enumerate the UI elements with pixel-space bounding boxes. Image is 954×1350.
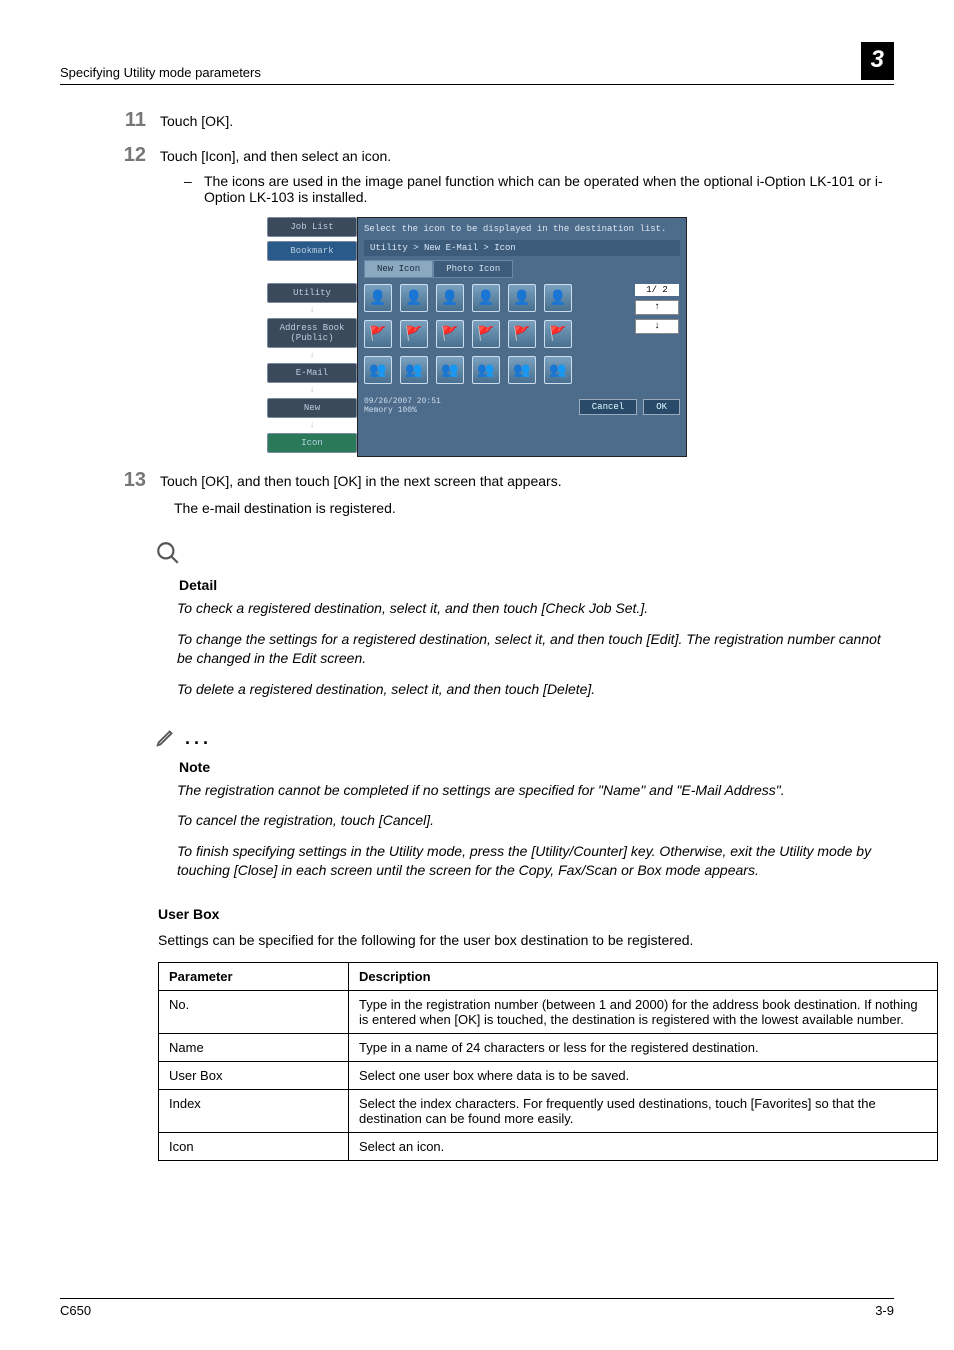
- email-button[interactable]: E-Mail: [267, 363, 357, 383]
- step-result: The e-mail destination is registered.: [174, 500, 894, 516]
- chapter-number-badge: 3: [861, 42, 894, 80]
- mfp-screenshot: Job List Bookmark Utility ↓ Address Book…: [267, 217, 687, 457]
- icon-option[interactable]: 👤: [400, 284, 428, 312]
- note-para: To finish specifying settings in the Uti…: [177, 842, 894, 880]
- desc-cell: Type in a name of 24 characters or less …: [349, 1034, 938, 1062]
- desc-cell: Type in the registration number (between…: [349, 991, 938, 1034]
- chevron-down-icon: ↓: [267, 350, 357, 361]
- page-down-button[interactable]: ↓: [635, 319, 679, 334]
- step-number: 12: [60, 144, 160, 167]
- icon-option[interactable]: 👥: [544, 356, 572, 384]
- userbox-table: Parameter Description No. Type in the re…: [158, 962, 938, 1161]
- tab-photo-icon[interactable]: Photo Icon: [433, 260, 513, 278]
- step-subtext: The icons are used in the image panel fu…: [204, 173, 894, 205]
- step-number: 13: [60, 469, 160, 492]
- page-up-button[interactable]: ↑: [635, 300, 679, 315]
- table-row: Index Select the index characters. For f…: [159, 1090, 938, 1133]
- step-text: Touch [Icon], and then select an icon.: [160, 144, 894, 167]
- note-dots: ...: [185, 728, 212, 749]
- table-row: Icon Select an icon.: [159, 1133, 938, 1161]
- step-text: Touch [OK].: [160, 109, 894, 132]
- bookmark-button[interactable]: Bookmark: [267, 241, 357, 261]
- addressbook-button[interactable]: Address Book (Public): [267, 318, 357, 348]
- icon-option[interactable]: 👥: [436, 356, 464, 384]
- icon-option[interactable]: 👤: [436, 284, 464, 312]
- icon-option[interactable]: 🚩: [508, 320, 536, 348]
- table-row: User Box Select one user box where data …: [159, 1062, 938, 1090]
- footer-right: 3-9: [875, 1303, 894, 1318]
- icon-option[interactable]: 👤: [544, 284, 572, 312]
- icon-option[interactable]: 🚩: [364, 320, 392, 348]
- icon-option[interactable]: 👤: [472, 284, 500, 312]
- cancel-button[interactable]: Cancel: [579, 399, 637, 415]
- icon-option[interactable]: 👥: [472, 356, 500, 384]
- icon-option[interactable]: 🚩: [436, 320, 464, 348]
- icon-button[interactable]: Icon: [267, 433, 357, 453]
- breadcrumb: Utility > New E-Mail > Icon: [364, 240, 680, 256]
- joblist-button[interactable]: Job List: [267, 217, 357, 237]
- icon-option[interactable]: 👥: [508, 356, 536, 384]
- step-text: Touch [OK], and then touch [OK] in the n…: [160, 469, 894, 492]
- userbox-heading: User Box: [158, 906, 894, 922]
- userbox-intro: Settings can be specified for the follow…: [158, 932, 894, 948]
- detail-title: Detail: [179, 577, 894, 593]
- new-button[interactable]: New: [267, 398, 357, 418]
- icon-option[interactable]: 👥: [400, 356, 428, 384]
- pencil-icon: [155, 723, 177, 755]
- detail-para: To change the settings for a registered …: [177, 630, 894, 668]
- chevron-down-icon: ↓: [267, 385, 357, 396]
- icon-option[interactable]: 🚩: [544, 320, 572, 348]
- icon-option[interactable]: 🚩: [472, 320, 500, 348]
- tab-new-icon[interactable]: New Icon: [364, 260, 433, 278]
- note-para: The registration cannot be completed if …: [177, 781, 894, 800]
- running-header: Specifying Utility mode parameters: [60, 65, 261, 80]
- detail-para: To delete a registered destination, sele…: [177, 680, 894, 699]
- detail-para: To check a registered destination, selec…: [177, 599, 894, 618]
- th-description: Description: [349, 963, 938, 991]
- status-timestamp: 09/26/2007 20:51 Memory 100%: [364, 398, 441, 416]
- icon-option[interactable]: 👤: [508, 284, 536, 312]
- footer-left: C650: [60, 1303, 91, 1318]
- ok-button[interactable]: OK: [643, 399, 680, 415]
- icon-option[interactable]: 🚩: [400, 320, 428, 348]
- icon-option[interactable]: 👥: [364, 356, 392, 384]
- table-row: No. Type in the registration number (bet…: [159, 991, 938, 1034]
- desc-cell: Select an icon.: [349, 1133, 938, 1161]
- table-row: Name Type in a name of 24 characters or …: [159, 1034, 938, 1062]
- note-title: Note: [179, 759, 894, 775]
- hint-text: Select the icon to be displayed in the d…: [364, 224, 680, 234]
- th-parameter: Parameter: [159, 963, 349, 991]
- step-number: 11: [60, 109, 160, 132]
- desc-cell: Select one user box where data is to be …: [349, 1062, 938, 1090]
- chevron-down-icon: ↓: [267, 305, 357, 316]
- chevron-down-icon: ↓: [267, 420, 357, 431]
- param-cell: Name: [159, 1034, 349, 1062]
- param-cell: No.: [159, 991, 349, 1034]
- magnifier-icon: [155, 540, 181, 573]
- bullet-dash: –: [184, 173, 204, 205]
- param-cell: User Box: [159, 1062, 349, 1090]
- page-indicator: 1/ 2: [635, 284, 679, 296]
- utility-button[interactable]: Utility: [267, 283, 357, 303]
- param-cell: Index: [159, 1090, 349, 1133]
- note-para: To cancel the registration, touch [Cance…: [177, 811, 894, 830]
- icon-option[interactable]: 👤: [364, 284, 392, 312]
- param-cell: Icon: [159, 1133, 349, 1161]
- desc-cell: Select the index characters. For frequen…: [349, 1090, 938, 1133]
